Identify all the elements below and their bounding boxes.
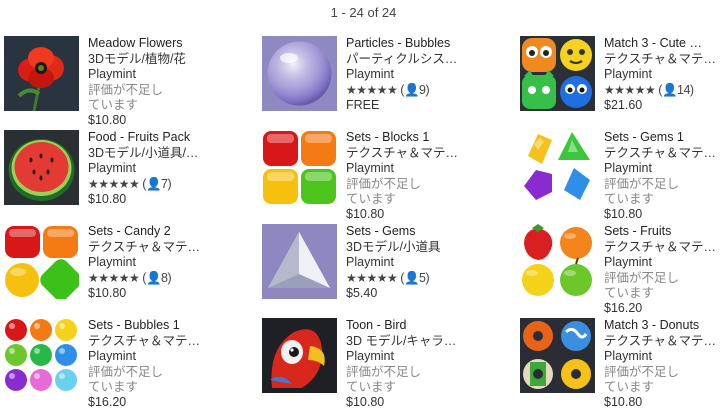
asset-price: $10.80 [346,207,502,223]
asset-item[interactable]: Sets - Candy 2 テクスチャ＆マテ… Playmint ★★★★★ … [4,224,244,314]
star-rating: ★★★★★ (👤5) [346,271,502,287]
asset-publisher[interactable]: Playmint [346,161,502,177]
asset-publisher[interactable]: Playmint [88,161,244,177]
asset-publisher[interactable]: Playmint [604,349,727,365]
rating-status: 評価が不足しています [346,177,430,207]
asset-publisher[interactable]: Playmint [88,255,244,271]
asset-category[interactable]: テクスチャ＆マテ… [604,52,727,68]
asset-publisher[interactable]: Playmint [346,349,502,365]
asset-publisher[interactable]: Playmint [346,255,502,271]
asset-item[interactable]: Sets - Fruits テクスチャ＆マテ… Playmint 評価が不足して… [520,224,727,314]
asset-category[interactable]: テクスチャ＆マテ… [88,240,244,256]
asset-category[interactable]: パーティクルシス… [346,52,502,68]
star-rating: ★★★★★ (👤8) [88,271,244,287]
asset-publisher[interactable]: Playmint [346,67,502,83]
pagination-summary: 1 - 24 of 24 [0,5,727,20]
asset-title[interactable]: Sets - Bubbles 1 [88,318,244,334]
asset-title[interactable]: Food - Fruits Pack [88,130,244,146]
fruits-icon [520,224,595,299]
asset-publisher[interactable]: Playmint [604,255,727,271]
watermelon-icon [4,130,79,205]
review-count: (👤14) [658,83,693,97]
donuts-icon [520,318,595,393]
gems-icon [520,130,595,205]
asset-publisher[interactable]: Playmint [88,67,244,83]
asset-item[interactable]: Meadow Flowers 3Dモデル/植物/花 Playmint 評価が不足… [4,36,244,126]
review-count: (👤9) [400,83,429,97]
asset-category[interactable]: 3Dモデル/小道具/… [88,146,244,162]
review-count: (👤5) [400,271,429,285]
asset-item[interactable]: Particles - Bubbles パーティクルシス… Playmint ★… [262,36,502,126]
asset-title[interactable]: Match 3 - Donuts [604,318,727,334]
star-rating: ★★★★★ (👤14) [604,83,727,99]
asset-category[interactable]: 3Dモデル/小道具 [346,240,502,256]
asset-title[interactable]: Sets - Fruits [604,224,727,240]
asset-item[interactable]: Sets - Gems 3Dモデル/小道具 Playmint ★★★★★ (👤5… [262,224,502,314]
asset-item[interactable]: Sets - Blocks 1 テクスチャ＆マテ… Playmint 評価が不足… [262,130,502,220]
asset-title[interactable]: Sets - Blocks 1 [346,130,502,146]
bubble-icon [262,36,337,111]
asset-price: $10.80 [604,207,727,223]
asset-price: $10.80 [88,192,244,208]
asset-title[interactable]: Sets - Candy 2 [88,224,244,240]
review-count: (👤7) [142,177,171,191]
asset-category[interactable]: テクスチャ＆マテ… [346,146,502,162]
color-bubbles-icon [4,318,79,393]
rating-status: 評価が不足しています [604,271,688,301]
asset-price: $10.80 [88,286,244,302]
asset-title[interactable]: Match 3 - Cute … [604,36,727,52]
asset-title[interactable]: Sets - Gems [346,224,502,240]
candy-icon [4,224,79,299]
rating-status: 評価が不足しています [88,365,172,395]
asset-title[interactable]: Meadow Flowers [88,36,244,52]
cute-creatures-icon [520,36,595,111]
asset-item[interactable]: Match 3 - Cute … テクスチャ＆マテ… Playmint ★★★★… [520,36,727,126]
parrot-icon [262,318,337,393]
rating-status: 評価が不足しています [604,365,688,395]
asset-item[interactable]: Food - Fruits Pack 3Dモデル/小道具/… Playmint … [4,130,244,220]
asset-price: $21.60 [604,98,727,114]
asset-category[interactable]: テクスチャ＆マテ… [604,240,727,256]
asset-price: $16.20 [604,301,727,317]
asset-category[interactable]: テクスチャ＆マテ… [88,334,244,350]
asset-category[interactable]: 3D モデル/キャラ… [346,334,502,350]
asset-publisher[interactable]: Playmint [604,67,727,83]
review-count: (👤8) [142,271,171,285]
rating-status: 評価が不足しています [88,83,172,113]
star-rating: ★★★★★ (👤9) [346,83,502,99]
asset-category[interactable]: 3Dモデル/植物/花 [88,52,244,68]
asset-category[interactable]: テクスチャ＆マテ… [604,146,727,162]
asset-item[interactable]: Toon - Bird 3D モデル/キャラ… Playmint 評価が不足して… [262,318,502,408]
asset-item[interactable]: Sets - Gems 1 テクスチャ＆マテ… Playmint 評価が不足して… [520,130,727,220]
asset-price: FREE [346,98,502,114]
color-blocks-icon [262,130,337,205]
rating-status: 評価が不足しています [604,177,688,207]
asset-item[interactable]: Sets - Bubbles 1 テクスチャ＆マテ… Playmint 評価が不… [4,318,244,408]
star-rating: ★★★★★ (👤7) [88,177,244,193]
asset-publisher[interactable]: Playmint [88,349,244,365]
asset-price: $5.40 [346,286,502,302]
poppy-flower-icon [4,36,79,111]
asset-title[interactable]: Toon - Bird [346,318,502,334]
rating-status: 評価が不足しています [346,365,430,395]
asset-category[interactable]: テクスチャ＆マテ… [604,334,727,350]
asset-publisher[interactable]: Playmint [604,161,727,177]
asset-price: $10.80 [88,113,244,129]
asset-item[interactable]: Match 3 - Donuts テクスチャ＆マテ… Playmint 評価が不… [520,318,727,408]
triangle-gem-icon [262,224,337,299]
asset-title[interactable]: Particles - Bubbles [346,36,502,52]
asset-title[interactable]: Sets - Gems 1 [604,130,727,146]
